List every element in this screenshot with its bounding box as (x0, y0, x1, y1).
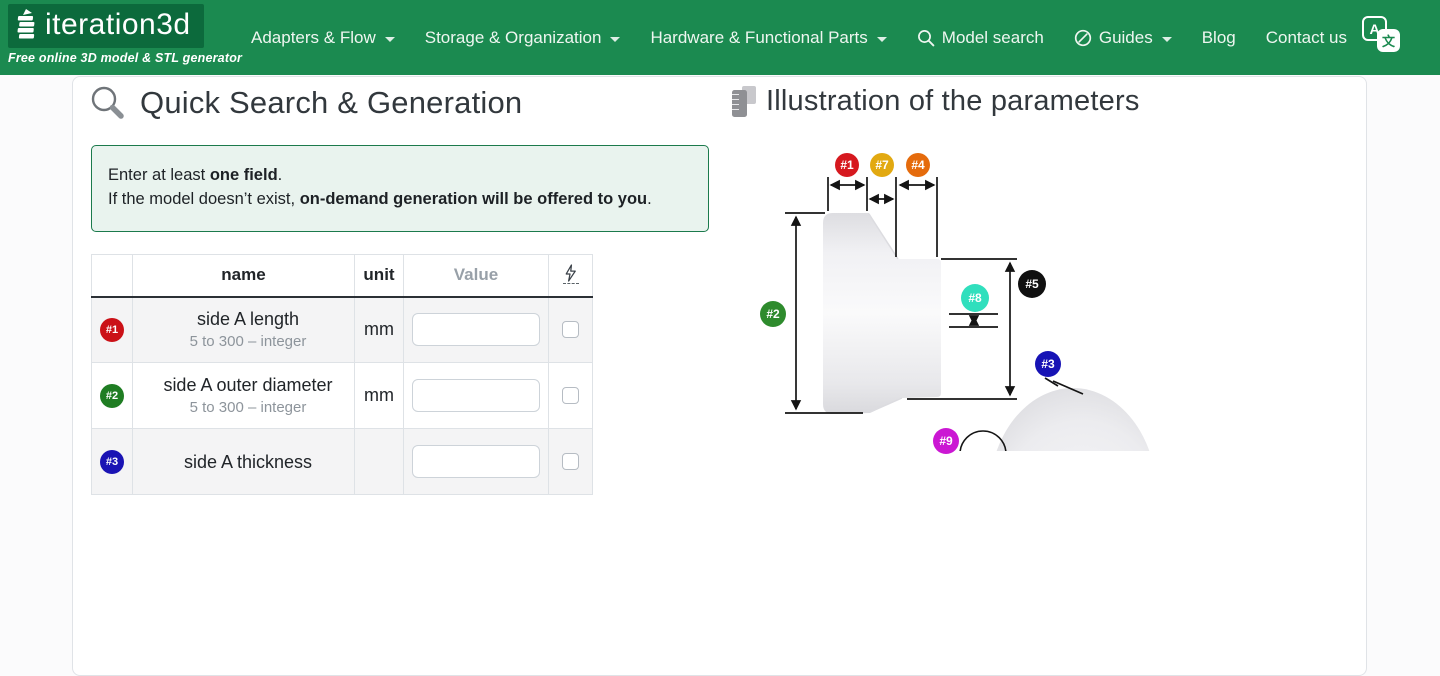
table-header-row: name unit Value (92, 255, 593, 297)
param-unit: mm (364, 319, 394, 339)
reducer-part-shape (823, 213, 941, 414)
figure-badge-9: #9 (933, 428, 959, 454)
nav-storage-organization[interactable]: Storage & Organization (410, 28, 636, 48)
nav-label: Guides (1099, 28, 1153, 48)
figure-badge-1: #1 (835, 153, 859, 177)
nav-label: Blog (1202, 28, 1236, 48)
table-row-side-a-thickness: #3 side A thickness (92, 429, 593, 495)
figure-badge-3: #3 (1035, 351, 1061, 377)
nav-label: Contact us (1266, 28, 1347, 48)
translate-icon[interactable]: A 文 (1362, 16, 1404, 58)
nav-blog[interactable]: Blog (1187, 28, 1251, 48)
figure-badge-4: #4 (906, 153, 930, 177)
quick-checkbox-side-a-length[interactable] (562, 321, 579, 338)
layers-stack-icon (16, 8, 38, 42)
nav-adapters-flow[interactable]: Adapters & Flow (236, 28, 410, 48)
ruler-icon (730, 86, 760, 118)
figure-badge-5: #5 (1018, 270, 1046, 298)
compass-icon (1074, 29, 1092, 47)
param-name: side A length (142, 307, 354, 331)
dome-part-shape (989, 388, 1157, 451)
nav-label: Adapters & Flow (251, 28, 376, 48)
param-range: 5 to 300 – integer (142, 397, 354, 418)
nav-label: Storage & Organization (425, 28, 602, 48)
figure-badge-2: #2 (760, 301, 786, 327)
table-row-side-a-outer-diameter: #2 side A outer diameter 5 to 300 – inte… (92, 363, 593, 429)
nav-model-search[interactable]: Model search (902, 28, 1059, 48)
name-column-header: name (133, 255, 355, 297)
parameters-table: name unit Value #1 side A length (91, 254, 593, 495)
main-navigation: Adapters & Flow Storage & Organization H… (236, 0, 1362, 75)
brand-tagline: Free online 3D model & STL generator (8, 51, 242, 65)
unit-column-header: unit (355, 255, 404, 297)
quick-search-heading: Quick Search & Generation (89, 84, 522, 122)
nav-label: Model search (942, 28, 1044, 48)
quick-column-header (549, 255, 593, 297)
lightning-bolt-icon (564, 264, 577, 282)
info-alert: Enter at least one field. If the model d… (91, 145, 709, 232)
brand-name: iteration3d (45, 10, 191, 40)
illustration-title: Illustration of the parameters (766, 85, 1140, 118)
top-navbar: iteration3d Free online 3D model & STL g… (0, 0, 1440, 75)
alert-line-1: Enter at least one field. (108, 163, 692, 187)
value-column-header: Value (404, 255, 549, 297)
chevron-down-icon (877, 37, 887, 42)
table-row-side-a-length: #1 side A length 5 to 300 – integer mm (92, 297, 593, 363)
main-card: Quick Search & Generation Enter at least… (72, 76, 1367, 676)
param-badge: #3 (100, 450, 124, 474)
nav-label: Hardware & Functional Parts (650, 28, 867, 48)
alert-line-2: If the model doesn’t exist, on-demand ge… (108, 187, 692, 211)
illustration-heading: Illustration of the parameters (730, 85, 1140, 118)
parameters-illustration: #1 #7 #4 #2 #5 #8 #3 #9 (741, 121, 1401, 451)
badge-column-header (92, 255, 133, 297)
translate-letter-cjk: 文 (1377, 29, 1400, 52)
chevron-down-icon (385, 37, 395, 42)
value-input-side-a-length[interactable] (412, 313, 540, 346)
figure-badge-7: #7 (870, 153, 894, 177)
nav-guides[interactable]: Guides (1059, 28, 1187, 48)
value-input-side-a-outer-diameter[interactable] (412, 379, 540, 412)
chevron-down-icon (610, 37, 620, 42)
quick-checkbox-side-a-outer-diameter[interactable] (562, 387, 579, 404)
param-range: 5 to 300 – integer (142, 331, 354, 352)
chevron-down-icon (1162, 37, 1172, 42)
search-icon (89, 84, 127, 122)
param-unit: mm (364, 385, 394, 405)
page-title: Quick Search & Generation (140, 85, 522, 121)
quick-checkbox-side-a-thickness[interactable] (562, 453, 579, 470)
figure-badge-8: #8 (961, 284, 989, 312)
param-name: side A outer diameter (142, 373, 354, 397)
dashed-underline (563, 283, 579, 284)
param-badge: #2 (100, 384, 124, 408)
search-icon (917, 29, 935, 47)
nav-contact-us[interactable]: Contact us (1251, 28, 1362, 48)
nav-hardware-functional-parts[interactable]: Hardware & Functional Parts (635, 28, 901, 48)
param-badge: #1 (100, 318, 124, 342)
brand-logo[interactable]: iteration3d Free online 3D model & STL g… (8, 4, 242, 65)
param-name: side A thickness (142, 450, 354, 474)
